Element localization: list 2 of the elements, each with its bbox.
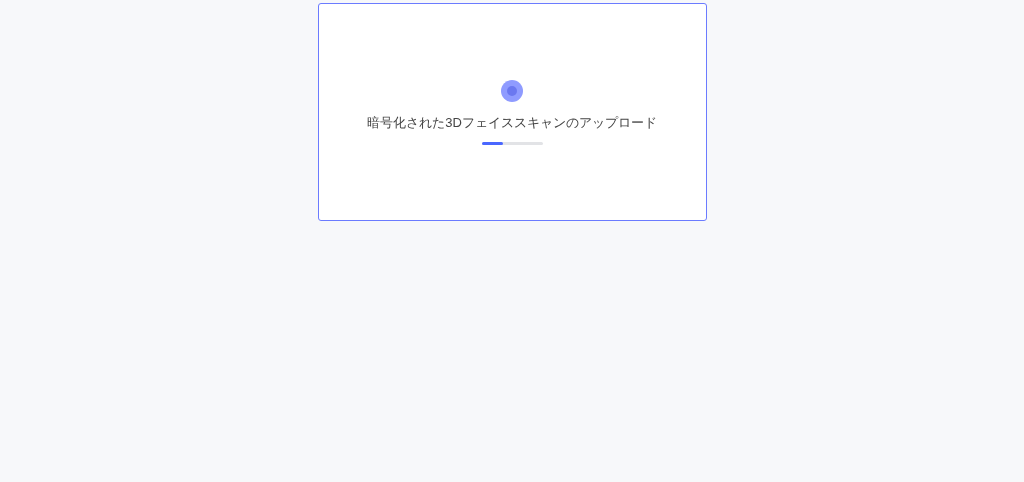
spinner-icon bbox=[500, 78, 524, 103]
upload-message: 暗号化された3Dフェイススキャンのアップロード bbox=[367, 113, 657, 132]
